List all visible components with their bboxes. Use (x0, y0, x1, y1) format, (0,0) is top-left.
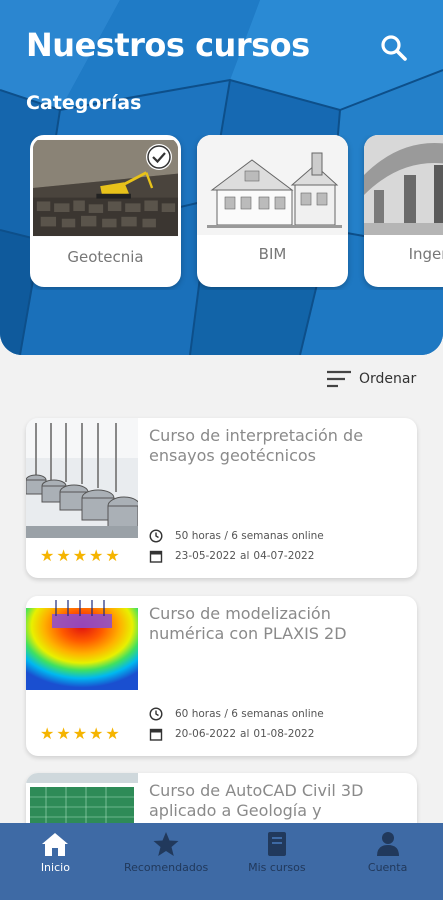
home-icon (42, 833, 69, 856)
duration-text: 60 horas / 6 semanas online (175, 708, 324, 720)
clock-icon (149, 707, 163, 721)
category-carousel[interactable]: Geotecnia BIM Inge (30, 135, 443, 290)
date-separator: al (240, 728, 250, 740)
categories-heading: Categorías (26, 92, 142, 114)
nav-item-cuenta[interactable]: Cuenta (332, 823, 443, 900)
nav-label: Mis cursos (248, 861, 306, 874)
ingenieria-image (364, 135, 443, 235)
sort-button[interactable]: Ordenar (325, 366, 416, 392)
course-title: Curso de AutoCAD Civil 3D aplicado a Geo… (149, 781, 364, 820)
start-date: 23-05-2022 (175, 550, 237, 562)
nav-item-mis-cursos[interactable]: Mis cursos (222, 823, 333, 900)
course-image-lab (26, 418, 138, 538)
course-duration: 60 horas / 6 semanas online (149, 707, 324, 721)
page-title: Nuestros cursos (26, 26, 310, 64)
course-title: Curso de interpretación de ensayos geoté… (149, 426, 364, 465)
course-dates: 20-06-2022 al 01-08-2022 (149, 727, 314, 741)
sort-label: Ordenar (359, 371, 417, 387)
nav-label: Inicio (40, 861, 70, 874)
search-button[interactable] (378, 32, 410, 64)
clock-icon (149, 529, 163, 543)
course-image-plaxis (26, 596, 138, 716)
book-icon (267, 832, 286, 856)
course-dates: 23-05-2022 al 04-07-2022 (149, 549, 314, 563)
course-card[interactable]: ★★★★★ Curso de modelización numérica con… (26, 596, 417, 756)
rating-stars: ★★★★★ (40, 546, 122, 565)
star-icon (153, 832, 179, 856)
category-card-geotecnia[interactable]: Geotecnia (30, 135, 181, 287)
end-date: 04-07-2022 (253, 550, 315, 562)
start-date: 20-06-2022 (175, 728, 237, 740)
category-label: BIM (258, 245, 287, 263)
sort-icon (327, 370, 351, 388)
nav-item-recomendados[interactable]: Recomendados (111, 823, 222, 900)
end-date: 01-08-2022 (253, 728, 315, 740)
course-title: Curso de modelización numérica con PLAXI… (149, 604, 347, 643)
hero-header: Nuestros cursos Categorías Geotecnia BIM… (0, 0, 443, 355)
nav-label: Cuenta (367, 861, 408, 874)
user-icon (376, 832, 399, 856)
course-duration: 50 horas / 6 semanas online (149, 529, 324, 543)
search-icon (381, 35, 407, 61)
course-card[interactable]: ★★★★★ Curso de interpretación de ensayos… (26, 418, 417, 578)
category-label: Ingenier (408, 245, 443, 263)
date-separator: al (240, 550, 250, 562)
calendar-icon (149, 728, 163, 741)
calendar-icon (149, 550, 163, 563)
category-label: Geotecnia (67, 248, 144, 266)
nav-item-inicio[interactable]: Inicio (0, 823, 111, 900)
rating-stars: ★★★★★ (40, 724, 122, 743)
bottom-navigation: Inicio Recomendados Mis cursos Cuenta (0, 823, 443, 900)
duration-text: 50 horas / 6 semanas online (175, 530, 324, 542)
nav-label: Recomendados (123, 861, 209, 874)
bim-image (197, 135, 348, 235)
category-card-bim[interactable]: BIM (197, 135, 348, 287)
category-card-ingenieria[interactable]: Ingenier (364, 135, 443, 287)
selected-check-icon (146, 144, 172, 170)
